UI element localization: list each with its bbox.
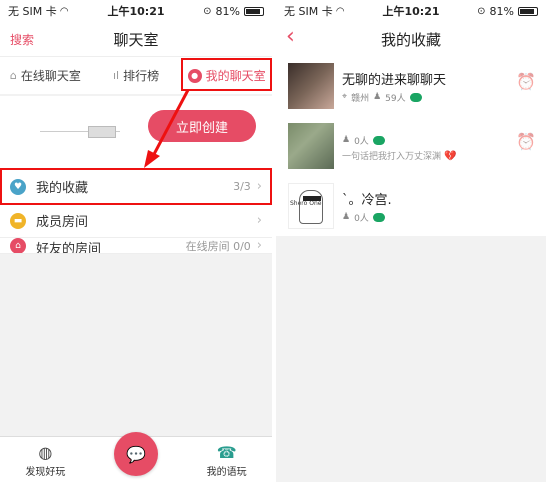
room-name: `。冷宫. (342, 192, 392, 208)
page-title: 我的收藏 (380, 30, 441, 49)
room-avatar: Shero One (288, 183, 334, 229)
row-label: 好友的房间 (36, 242, 102, 254)
room-meta: ♟ 0人 (342, 134, 456, 147)
clock: 上午10:21 (107, 5, 165, 18)
tab-label: 排行榜 (123, 69, 160, 83)
speech-bubble-icon: 💬 (126, 444, 146, 464)
tab-label: 在线聊天室 (20, 69, 81, 83)
folder-icon: ▬ (10, 212, 26, 229)
room-info: ♟ 0人 一句话把我打入万丈深渊 💔 (342, 131, 456, 162)
highlight-box-favorites (0, 168, 272, 205)
list-item-member-rooms[interactable]: ▬ 成员房间 › (0, 204, 272, 238)
annotation-arrow (144, 89, 190, 168)
favorites-list: 无聊的进来聊聊天 ⌖ 赣州 ♟ 59人 ⏰ ♟ 0人 一句话把我打入万丈深渊 💔… (276, 56, 546, 236)
plug (88, 126, 116, 138)
page-title: 聊天室 (113, 30, 159, 49)
status-bar: 无 SIM 卡 ◠ 上午10:21 ⊙ 81% (276, 0, 546, 22)
bottom-spacer (91, 478, 182, 482)
chevron-right-icon: › (256, 238, 262, 253)
create-banner: 立即创建 (0, 96, 272, 168)
people-icon: ♟ (342, 135, 351, 145)
bottom-tab-label: 我的语玩 (206, 467, 247, 478)
alarm-clock-icon[interactable]: ⏰ (516, 72, 536, 91)
cable-illustration (40, 126, 130, 138)
row-label: 成员房间 (36, 215, 89, 230)
search-link[interactable]: 搜索 (10, 31, 34, 48)
room-avatar (288, 63, 334, 109)
room-meta: ♟ 0人 (342, 211, 392, 224)
phone-icon: ☎ (216, 443, 237, 462)
online-status-icon (372, 135, 385, 145)
room-info: `。冷宫. ♟ 0人 (342, 189, 392, 224)
back-arrow-icon[interactable]: ‹ (286, 24, 295, 49)
room-location: 赣州 (351, 93, 370, 104)
battery-icon (518, 6, 538, 16)
sunglasses (303, 196, 321, 201)
location-pin-icon: ⌖ (342, 92, 348, 102)
online-status-icon (409, 92, 422, 102)
chat-fab-button[interactable]: 💬 (114, 432, 158, 476)
screenshot: 无 SIM 卡 ◠ 上午10:21 ⊙ 81% 搜索 聊天室 ⌂ 在线聊天室 ı… (0, 0, 546, 482)
house-icon: ⌂ (10, 238, 26, 253)
tab-online-chatrooms[interactable]: ⌂ 在线聊天室 (0, 67, 91, 84)
list-item[interactable]: ♟ 0人 一句话把我打入万丈深渊 💔 ⏰ (276, 116, 546, 176)
chat-bubbles-icon: ⌂ (9, 69, 17, 82)
tab-leaderboard[interactable]: ıl 排行榜 (91, 67, 182, 84)
online-status-icon (372, 212, 385, 222)
chevron-right-icon: › (256, 213, 262, 228)
broken-heart-icon: 💔 (444, 150, 457, 162)
top-nav: 搜索 聊天室 (0, 22, 272, 56)
favorites-screen: 无 SIM 卡 ◠ 上午10:21 ⊙ 81% ‹ 我的收藏 无聊的进来聊聊天 … (276, 0, 546, 482)
clock: 上午10:21 (382, 5, 440, 18)
people-icon: ♟ (342, 212, 351, 222)
room-description: 一句话把我打入万丈深渊 💔 (342, 149, 456, 162)
room-count: 0人 (354, 213, 369, 224)
room-count: 0人 (354, 136, 369, 147)
room-meta: ⌖ 赣州 ♟ 59人 (342, 91, 446, 104)
list-item[interactable]: Shero One `。冷宫. ♟ 0人 (276, 176, 546, 236)
room-info: 无聊的进来聊聊天 ⌖ 赣州 ♟ 59人 (342, 69, 446, 104)
chatroom-screen: 无 SIM 卡 ◠ 上午10:21 ⊙ 81% 搜索 聊天室 ⌂ 在线聊天室 ı… (0, 0, 272, 482)
alarm-clock-icon[interactable]: ⏰ (516, 132, 536, 151)
tab-my-yuwan[interactable]: ☎ 我的语玩 (181, 443, 272, 482)
bottom-tab-label: 发现好玩 (25, 467, 66, 478)
room-avatar (288, 123, 334, 169)
people-icon: ♟ (373, 92, 382, 102)
row-count: 在线房间 0/0 (185, 240, 251, 253)
room-name: 无聊的进来聊聊天 (342, 72, 447, 88)
top-nav: ‹ 我的收藏 (276, 22, 546, 56)
ranking-bars-icon: ıl (112, 69, 120, 82)
highlight-box-tab (181, 58, 272, 91)
battery-icon (244, 6, 264, 16)
room-count: 59人 (385, 93, 406, 104)
status-bar: 无 SIM 卡 ◠ 上午10:21 ⊙ 81% (0, 0, 272, 22)
list-item-friends-rooms[interactable]: ⌂ 好友的房间 在线房间 0/0 › (0, 238, 272, 254)
globe-icon: ◍ (38, 443, 53, 462)
tab-discover[interactable]: ◍ 发现好玩 (0, 443, 91, 482)
room-note: 一句话把我打入万丈深渊 (342, 151, 442, 162)
list-item[interactable]: 无聊的进来聊聊天 ⌖ 赣州 ♟ 59人 ⏰ (276, 56, 546, 116)
